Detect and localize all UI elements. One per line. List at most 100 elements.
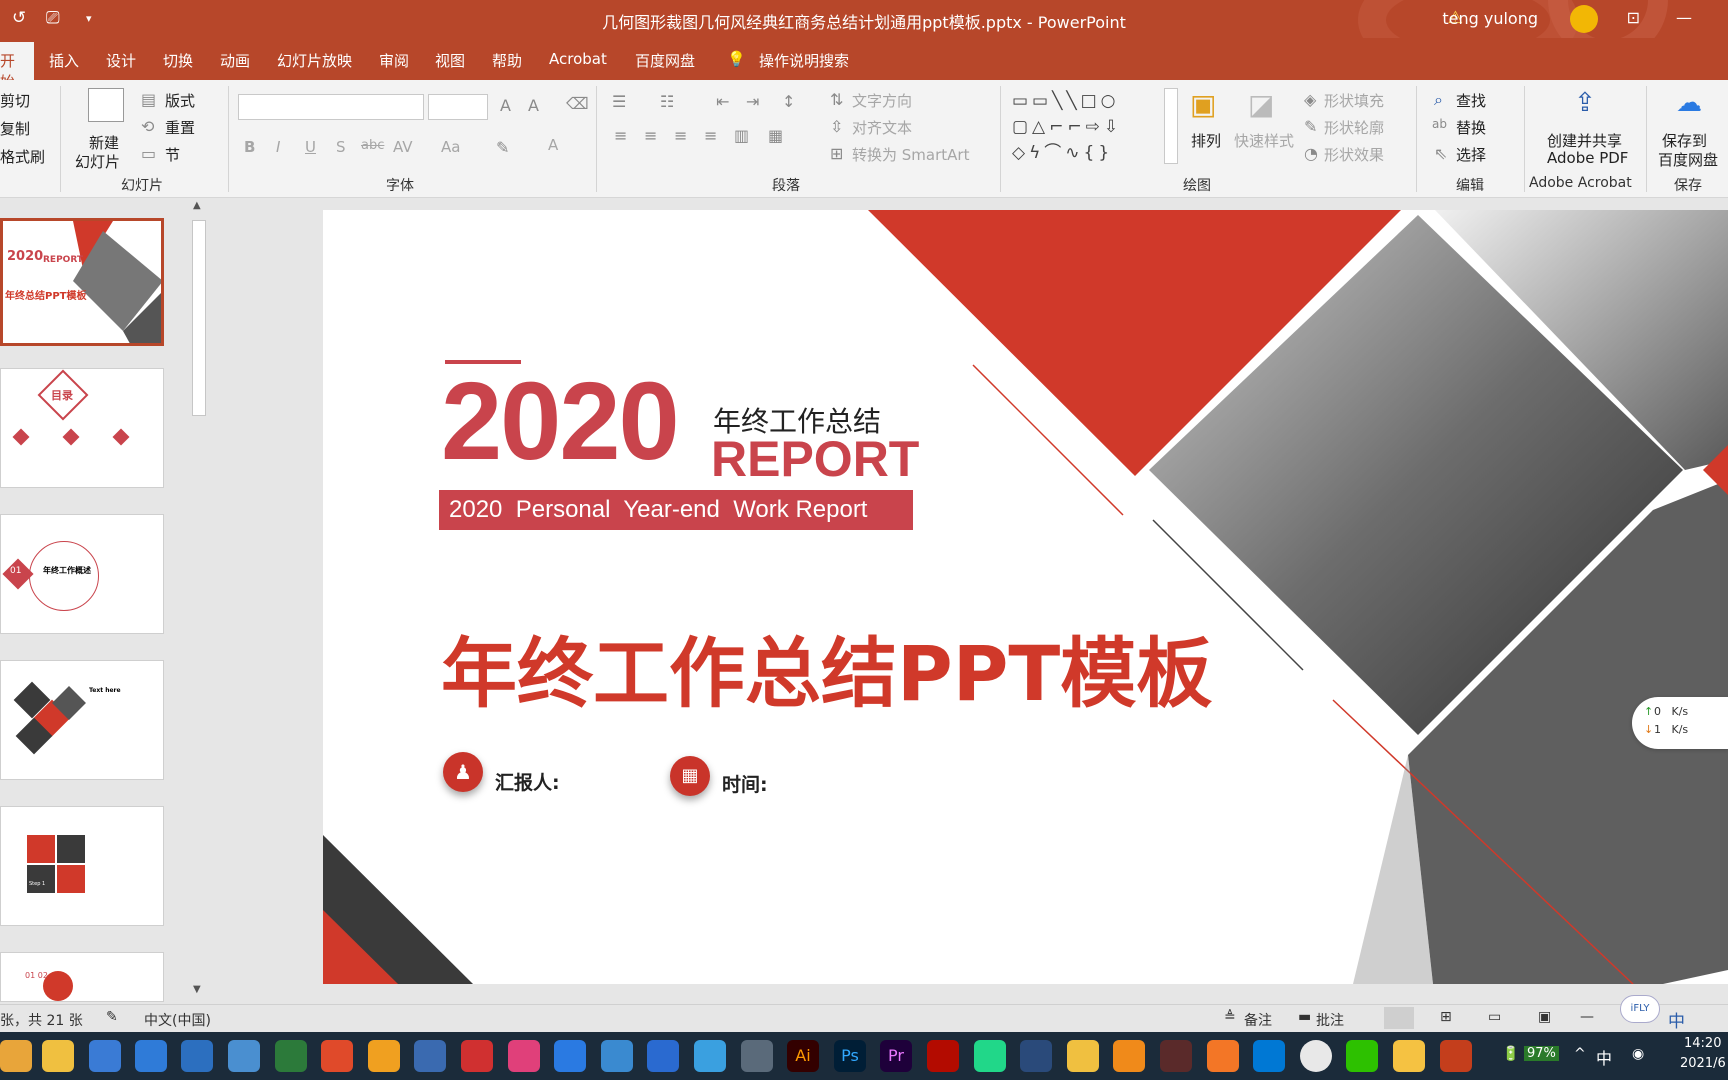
app-icon-16[interactable]: [694, 1040, 726, 1072]
find-button[interactable]: 查找: [1456, 90, 1486, 111]
scroll-down-icon[interactable]: ▼: [193, 984, 201, 995]
avatar[interactable]: [1570, 5, 1598, 33]
slide-thumbnail-6[interactable]: 01 02: [0, 952, 164, 1002]
app-icon-4[interactable]: [135, 1040, 167, 1072]
replace-button[interactable]: 替换: [1456, 117, 1486, 138]
align-right-icon[interactable]: ≡: [674, 126, 687, 145]
align-center-icon[interactable]: ≡: [644, 126, 657, 145]
tab-baidu[interactable]: 百度网盘: [635, 50, 695, 71]
tab-insert[interactable]: 插入: [49, 50, 79, 71]
bullets-icon[interactable]: ☰: [612, 92, 626, 111]
net-speed-widget[interactable]: ↑ 0 K/s ↓ 1 K/s: [1632, 697, 1728, 749]
slide-canvas[interactable]: 2020 年终工作总结 REPORT 2020 Personal Year-en…: [323, 210, 1728, 984]
app-icon-8[interactable]: [321, 1040, 353, 1072]
pycharm-icon[interactable]: [974, 1040, 1006, 1072]
app-icon-18[interactable]: [1020, 1040, 1052, 1072]
new-slide-icon[interactable]: [88, 88, 124, 122]
slideshow-view-icon[interactable]: ▣: [1538, 1009, 1551, 1025]
spellcheck-icon[interactable]: ✎: [106, 1009, 118, 1025]
arrange-button[interactable]: 排列: [1191, 130, 1221, 151]
create-pdf-button[interactable]: 创建并共享: [1547, 130, 1622, 151]
shape-fill-button[interactable]: 形状填充: [1324, 90, 1384, 111]
font-family-select[interactable]: [238, 94, 424, 120]
layout-button[interactable]: 版式: [165, 90, 195, 111]
slide-thumbnail-1[interactable]: 2020 REPORT 年终总结PPT模板: [0, 218, 164, 346]
tab-acrobat[interactable]: Acrobat: [549, 50, 607, 68]
app-icon-20[interactable]: [1160, 1040, 1192, 1072]
slide-thumbnail-5[interactable]: Step 1: [0, 806, 164, 926]
tab-slideshow[interactable]: 幻灯片放映: [277, 50, 352, 71]
wechat-icon[interactable]: [1346, 1040, 1378, 1072]
smartart-button[interactable]: 转换为 SmartArt: [852, 144, 969, 165]
scroll-up-icon[interactable]: ▲: [193, 200, 201, 211]
app-icon-19[interactable]: [1067, 1040, 1099, 1072]
ime-indicator[interactable]: 中: [1668, 1007, 1685, 1032]
font-size-select[interactable]: [428, 94, 488, 120]
app-icon-10[interactable]: [414, 1040, 446, 1072]
jupyter-icon[interactable]: [1207, 1040, 1239, 1072]
app-icon-9[interactable]: [368, 1040, 400, 1072]
battery-icon[interactable]: 🔋: [1502, 1046, 1519, 1062]
user-name[interactable]: teng yulong: [1442, 9, 1538, 28]
char-spacing-button[interactable]: AV: [393, 138, 413, 156]
tab-animations[interactable]: 动画: [220, 50, 250, 71]
illustrator-icon[interactable]: Ai: [787, 1040, 819, 1072]
slide-thumbnail-3[interactable]: 01 年终工作概述: [0, 514, 164, 634]
clock-time[interactable]: 14:20: [1684, 1036, 1721, 1051]
save-baidu-label[interactable]: 百度网盘: [1658, 149, 1718, 170]
align-text-button[interactable]: 对齐文本: [852, 117, 912, 138]
bold-button[interactable]: B: [244, 138, 255, 156]
notes-button[interactable]: 备注: [1244, 1010, 1272, 1030]
minimize-icon[interactable]: —: [1676, 8, 1692, 27]
app-icon-6[interactable]: [228, 1040, 260, 1072]
copy-button[interactable]: 复制: [0, 118, 30, 139]
slide-sorter-icon[interactable]: ⊞: [1440, 1009, 1452, 1025]
zoom-out-icon[interactable]: —: [1580, 1009, 1594, 1025]
section-button[interactable]: 节: [165, 144, 180, 165]
increase-indent-icon[interactable]: ⇥: [746, 92, 759, 111]
tab-transitions[interactable]: 切换: [163, 50, 193, 71]
app-icon-3[interactable]: [89, 1040, 121, 1072]
tray-chevron-icon[interactable]: ^: [1574, 1046, 1586, 1062]
thumbnails-scrollbar[interactable]: ▲ ▼: [190, 198, 208, 998]
app-icon-2[interactable]: [42, 1040, 74, 1072]
photoshop-icon[interactable]: Ps: [834, 1040, 866, 1072]
tab-design[interactable]: 设计: [106, 50, 136, 71]
tell-me-search[interactable]: 操作说明搜索: [759, 50, 849, 71]
slide-thumbnail-2[interactable]: 目录: [0, 368, 164, 488]
font-color-button[interactable]: A: [548, 136, 558, 154]
clear-format-icon[interactable]: ⌫: [566, 94, 589, 113]
highlight-icon[interactable]: ✎: [496, 138, 509, 157]
text-direction-button[interactable]: 文字方向: [852, 90, 912, 111]
underline-button[interactable]: U: [305, 138, 316, 156]
format-painter-button[interactable]: 格式刷: [0, 146, 45, 167]
app-icon-15[interactable]: [647, 1040, 679, 1072]
language-status[interactable]: 中文(中国): [144, 1010, 211, 1030]
taskbar-ime[interactable]: 中: [1596, 1045, 1612, 1069]
align-left-icon[interactable]: ≡: [614, 126, 627, 145]
app-icon-5[interactable]: [181, 1040, 213, 1072]
change-case-button[interactable]: Aa: [441, 138, 460, 156]
new-slide-button[interactable]: 新建: [89, 132, 119, 153]
app-icon-14[interactable]: [601, 1040, 633, 1072]
create-pdf-label[interactable]: Adobe PDF: [1547, 149, 1628, 167]
reading-view-icon[interactable]: ▭: [1488, 1009, 1501, 1025]
distribute-icon[interactable]: ▥: [734, 126, 749, 145]
decrease-indent-icon[interactable]: ⇤: [716, 92, 729, 111]
app-icon-12[interactable]: [508, 1040, 540, 1072]
reset-button[interactable]: 重置: [165, 117, 195, 138]
italic-button[interactable]: I: [276, 138, 280, 156]
tab-review[interactable]: 审阅: [379, 50, 409, 71]
quick-styles-button[interactable]: 快速样式: [1234, 130, 1294, 151]
line-spacing-icon[interactable]: ↕: [782, 92, 795, 111]
shapes-gallery-scroll[interactable]: [1164, 88, 1178, 164]
save-baidu-button[interactable]: 保存到: [1662, 130, 1707, 151]
acrobat-icon[interactable]: [927, 1040, 959, 1072]
slide-thumbnail-4[interactable]: Text here: [0, 660, 164, 780]
app-icon-13[interactable]: [554, 1040, 586, 1072]
vscode-icon[interactable]: [1253, 1040, 1285, 1072]
tab-help[interactable]: 帮助: [492, 50, 522, 71]
shape-effects-button[interactable]: 形状效果: [1324, 144, 1384, 165]
justify-icon[interactable]: ≡: [704, 126, 717, 145]
app-icon-17[interactable]: [741, 1040, 773, 1072]
